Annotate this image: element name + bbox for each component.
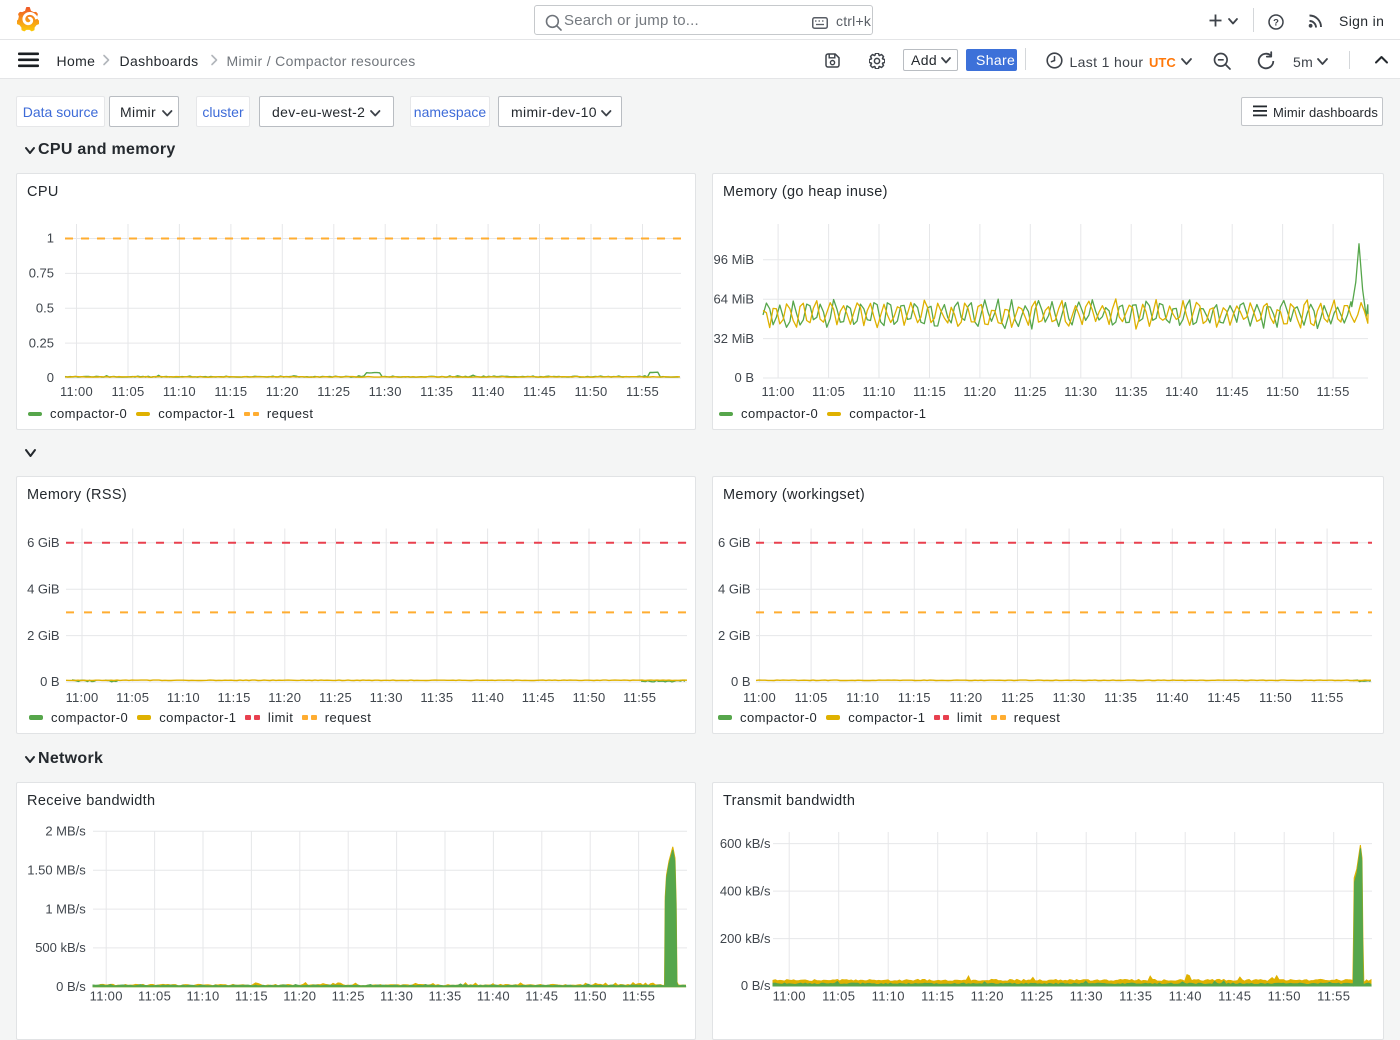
svg-text:11:10: 11:10: [167, 690, 200, 705]
svg-text:11:05: 11:05: [111, 384, 144, 399]
svg-text:11:45: 11:45: [1207, 690, 1240, 705]
svg-text:400 kB/s: 400 kB/s: [720, 883, 771, 898]
svg-text:0 B: 0 B: [731, 674, 751, 689]
svg-text:11:25: 11:25: [317, 384, 350, 399]
svg-text:11:15: 11:15: [913, 384, 946, 399]
svg-text:11:55: 11:55: [626, 384, 659, 399]
svg-text:2 MB/s: 2 MB/s: [45, 824, 86, 839]
svg-text:0 B/s: 0 B/s: [56, 979, 86, 994]
svg-text:1.50 MB/s: 1.50 MB/s: [27, 862, 86, 877]
svg-text:11:50: 11:50: [572, 690, 605, 705]
svg-text:11:55: 11:55: [622, 989, 655, 1001]
svg-text:11:00: 11:00: [65, 690, 98, 705]
svg-text:11:30: 11:30: [1064, 384, 1097, 399]
svg-text:11:35: 11:35: [420, 384, 453, 399]
svg-text:11:55: 11:55: [1317, 989, 1350, 1001]
svg-text:11:25: 11:25: [1001, 690, 1034, 705]
svg-text:11:20: 11:20: [971, 989, 1004, 1001]
svg-text:11:10: 11:10: [872, 989, 905, 1001]
svg-text:11:55: 11:55: [1311, 690, 1344, 705]
svg-text:11:00: 11:00: [743, 690, 776, 705]
svg-text:0.25: 0.25: [29, 335, 54, 350]
svg-text:11:15: 11:15: [898, 690, 931, 705]
svg-text:11:45: 11:45: [1216, 384, 1249, 399]
svg-text:0 B: 0 B: [734, 370, 754, 385]
svg-text:500 kB/s: 500 kB/s: [35, 940, 86, 955]
svg-text:11:00: 11:00: [60, 384, 93, 399]
svg-text:4 GiB: 4 GiB: [27, 581, 60, 596]
svg-text:11:05: 11:05: [138, 989, 171, 1001]
svg-text:11:30: 11:30: [1053, 690, 1086, 705]
svg-text:6 GiB: 6 GiB: [718, 535, 751, 550]
svg-text:11:10: 11:10: [862, 384, 895, 399]
svg-text:0: 0: [47, 370, 54, 385]
svg-text:11:25: 11:25: [1020, 989, 1053, 1001]
svg-text:11:35: 11:35: [428, 989, 461, 1001]
svg-text:11:35: 11:35: [420, 690, 453, 705]
svg-text:11:20: 11:20: [283, 989, 316, 1001]
svg-text:11:20: 11:20: [268, 690, 301, 705]
svg-text:11:45: 11:45: [523, 384, 556, 399]
svg-text:11:30: 11:30: [380, 989, 413, 1001]
svg-text:2 GiB: 2 GiB: [718, 628, 751, 643]
svg-text:11:55: 11:55: [1317, 384, 1350, 399]
svg-text:11:00: 11:00: [90, 989, 123, 1001]
svg-text:600 kB/s: 600 kB/s: [720, 836, 771, 851]
svg-text:11:45: 11:45: [1218, 989, 1251, 1001]
svg-text:11:30: 11:30: [370, 690, 403, 705]
svg-text:11:05: 11:05: [822, 989, 855, 1001]
svg-text:2 GiB: 2 GiB: [27, 628, 60, 643]
svg-text:11:25: 11:25: [319, 690, 352, 705]
svg-text:11:35: 11:35: [1104, 690, 1137, 705]
svg-text:11:45: 11:45: [522, 690, 555, 705]
svg-text:32 MiB: 32 MiB: [714, 331, 754, 346]
svg-text:11:50: 11:50: [1268, 989, 1301, 1001]
svg-text:11:30: 11:30: [1070, 989, 1103, 1001]
svg-text:11:30: 11:30: [369, 384, 402, 399]
svg-text:11:40: 11:40: [477, 989, 510, 1001]
svg-text:11:10: 11:10: [163, 384, 196, 399]
svg-text:200 kB/s: 200 kB/s: [720, 931, 771, 946]
svg-text:6 GiB: 6 GiB: [27, 535, 60, 550]
svg-text:11:40: 11:40: [1165, 384, 1198, 399]
svg-text:11:20: 11:20: [949, 690, 982, 705]
svg-text:11:15: 11:15: [218, 690, 251, 705]
svg-text:11:40: 11:40: [1169, 989, 1202, 1001]
svg-text:11:50: 11:50: [1259, 690, 1292, 705]
svg-text:11:25: 11:25: [332, 989, 365, 1001]
svg-text:11:40: 11:40: [1156, 690, 1189, 705]
svg-text:0 B: 0 B: [40, 674, 60, 689]
svg-text:11:10: 11:10: [846, 690, 879, 705]
svg-text:1 MB/s: 1 MB/s: [45, 901, 86, 916]
svg-text:11:45: 11:45: [525, 989, 558, 1001]
svg-text:11:15: 11:15: [235, 989, 268, 1001]
svg-text:11:00: 11:00: [773, 989, 806, 1001]
svg-text:0 B/s: 0 B/s: [741, 978, 771, 993]
svg-text:11:35: 11:35: [1119, 989, 1152, 1001]
svg-text:11:05: 11:05: [812, 384, 845, 399]
svg-text:64 MiB: 64 MiB: [714, 291, 754, 306]
svg-text:11:50: 11:50: [574, 989, 607, 1001]
svg-text:11:10: 11:10: [186, 989, 219, 1001]
svg-text:11:35: 11:35: [1115, 384, 1148, 399]
svg-text:11:50: 11:50: [574, 384, 607, 399]
svg-text:11:55: 11:55: [623, 690, 656, 705]
svg-text:11:05: 11:05: [116, 690, 149, 705]
svg-text:11:50: 11:50: [1266, 384, 1299, 399]
svg-text:11:20: 11:20: [266, 384, 299, 399]
svg-text:1: 1: [47, 231, 54, 246]
svg-text:0.75: 0.75: [29, 266, 54, 281]
svg-text:11:00: 11:00: [762, 384, 795, 399]
svg-text:?: ?: [1273, 17, 1279, 28]
svg-text:11:40: 11:40: [472, 384, 505, 399]
svg-text:11:05: 11:05: [795, 690, 828, 705]
svg-text:11:15: 11:15: [214, 384, 247, 399]
svg-text:11:25: 11:25: [1014, 384, 1047, 399]
svg-text:0.5: 0.5: [36, 301, 54, 316]
svg-text:96 MiB: 96 MiB: [714, 252, 754, 267]
svg-text:11:20: 11:20: [963, 384, 996, 399]
svg-text:11:40: 11:40: [471, 690, 504, 705]
svg-text:11:15: 11:15: [921, 989, 954, 1001]
svg-text:4 GiB: 4 GiB: [718, 581, 751, 596]
